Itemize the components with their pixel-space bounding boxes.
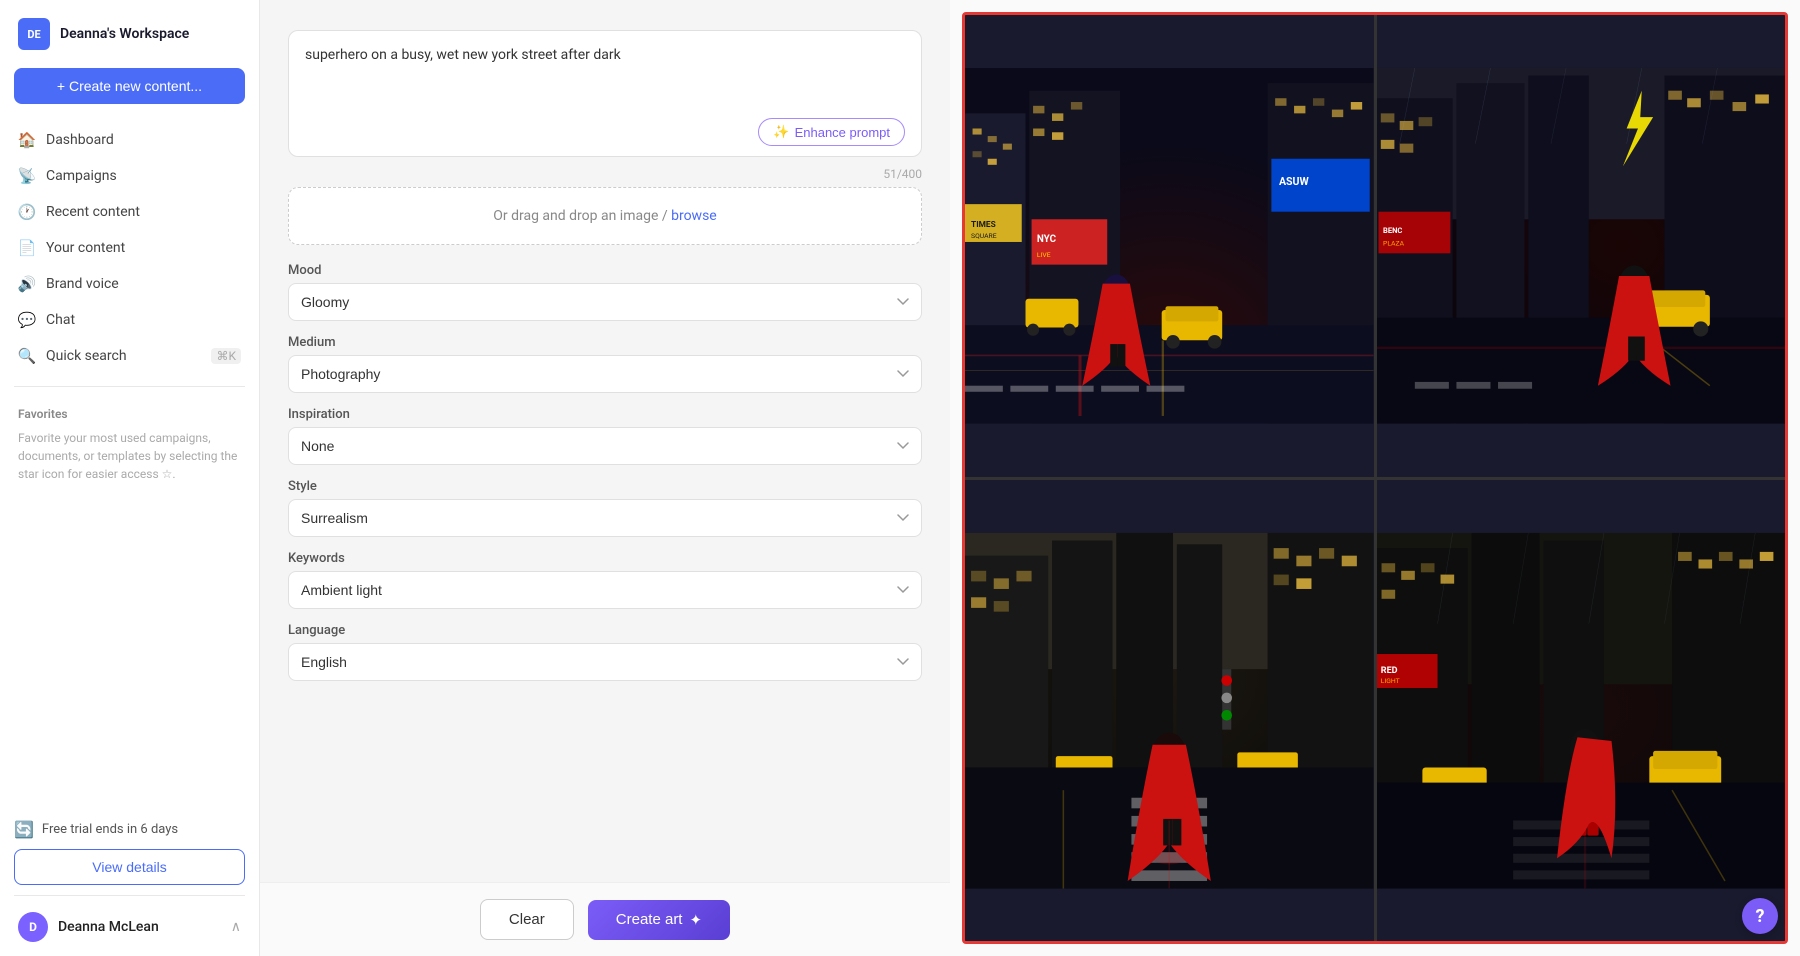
shortcut-badge: ⌘K	[211, 348, 241, 364]
mood-label: Mood	[288, 263, 922, 278]
chat-icon: 💬	[18, 311, 36, 329]
keywords-select[interactable]: Ambient light Neon lights Dramatic shado…	[288, 571, 922, 609]
create-new-content-button[interactable]: + Create new content...	[14, 68, 245, 104]
sidebar-item-campaigns[interactable]: 📡 Campaigns	[0, 158, 259, 194]
create-art-icon: ✦	[689, 911, 702, 929]
sidebar-item-label: Dashboard	[46, 132, 114, 148]
inspiration-select[interactable]: None Abstract Realism Impressionism Cubi…	[288, 427, 922, 465]
inspiration-group: Inspiration None Abstract Realism Impres…	[288, 407, 922, 465]
medium-label: Medium	[288, 335, 922, 350]
sidebar-item-label: Quick search	[46, 348, 127, 364]
view-details-button[interactable]: View details	[14, 849, 245, 885]
trial-icon: 🔄	[14, 820, 34, 839]
language-select[interactable]: English Spanish French German Italian Po…	[288, 643, 922, 681]
enhance-icon: ✨	[773, 124, 789, 140]
footer-divider	[14, 895, 245, 896]
action-bar: Clear Create art ✦	[260, 882, 950, 956]
generated-image-4[interactable]: RED LIGHT	[1377, 480, 1786, 942]
campaigns-icon: 📡	[18, 167, 36, 185]
content-wrapper: ✨ Enhance prompt 51/400 Or drag and drop…	[260, 0, 1800, 956]
style-group: Style Surrealism Realism Abstract Minima…	[288, 479, 922, 537]
nav-divider	[14, 386, 245, 387]
image-grid: TIMES SQUARE NYC LIVE	[962, 12, 1788, 944]
user-name: Deanna McLean	[58, 919, 159, 935]
svg-text:SQUARE: SQUARE	[971, 232, 997, 240]
language-label: Language	[288, 623, 922, 638]
char-count: 51/400	[288, 167, 922, 181]
sidebar-item-your-content[interactable]: 📄 Your content	[0, 230, 259, 266]
user-row[interactable]: D Deanna McLean ∧	[14, 904, 245, 946]
right-panel: TIMES SQUARE NYC LIVE	[950, 0, 1800, 956]
left-column: ✨ Enhance prompt 51/400 Or drag and drop…	[260, 0, 950, 956]
medium-select[interactable]: Photography Digital Art Oil Painting Wat…	[288, 355, 922, 393]
your-content-icon: 📄	[18, 239, 36, 257]
workspace-header: DE Deanna's Workspace	[0, 0, 259, 62]
create-art-button[interactable]: Create art ✦	[588, 900, 730, 940]
favorites-title: Favorites	[18, 407, 241, 421]
style-select[interactable]: Surrealism Realism Abstract Minimalism E…	[288, 499, 922, 537]
sidebar: DE Deanna's Workspace + Create new conte…	[0, 0, 260, 956]
keywords-label: Keywords	[288, 551, 922, 566]
language-group: Language English Spanish French German I…	[288, 623, 922, 681]
prompt-box: ✨ Enhance prompt	[288, 30, 922, 157]
keywords-group: Keywords Ambient light Neon lights Drama…	[288, 551, 922, 609]
sidebar-footer: 🔄 Free trial ends in 6 days View details…	[0, 806, 259, 956]
user-chevron-icon: ∧	[231, 919, 241, 935]
svg-text:LIVE: LIVE	[1037, 251, 1051, 259]
help-icon: ?	[1756, 906, 1765, 927]
sidebar-item-label: Your content	[46, 240, 125, 256]
sidebar-item-label: Recent content	[46, 204, 140, 220]
left-scroll-area: ✨ Enhance prompt 51/400 Or drag and drop…	[260, 0, 950, 882]
dashboard-icon: 🏠	[18, 131, 36, 149]
workspace-name: Deanna's Workspace	[60, 26, 189, 42]
medium-group: Medium Photography Digital Art Oil Paint…	[288, 335, 922, 393]
browse-link[interactable]: browse	[671, 208, 717, 224]
mood-select[interactable]: Gloomy Happy Dramatic Serene Dark Vibran…	[288, 283, 922, 321]
create-art-label: Create art	[616, 911, 683, 928]
user-avatar: D	[18, 912, 48, 942]
sidebar-item-chat[interactable]: 💬 Chat	[0, 302, 259, 338]
workspace-avatar: DE	[18, 18, 50, 50]
sidebar-item-brand-voice[interactable]: 🔊 Brand voice	[0, 266, 259, 302]
svg-text:PLAZA: PLAZA	[1383, 240, 1405, 248]
svg-text:RED: RED	[1380, 665, 1397, 675]
inspiration-label: Inspiration	[288, 407, 922, 422]
drop-zone-text: Or drag and drop an image /	[493, 208, 671, 224]
style-label: Style	[288, 479, 922, 494]
svg-text:NYC: NYC	[1037, 234, 1057, 245]
prompt-footer: ✨ Enhance prompt	[305, 118, 905, 146]
help-button[interactable]: ?	[1742, 898, 1778, 934]
svg-text:ASUW: ASUW	[1279, 175, 1310, 188]
sidebar-item-recent-content[interactable]: 🕐 Recent content	[0, 194, 259, 230]
generated-image-1[interactable]: TIMES SQUARE NYC LIVE	[965, 15, 1374, 477]
nav-section: 🏠 Dashboard 📡 Campaigns 🕐 Recent content…	[0, 118, 259, 378]
brand-voice-icon: 🔊	[18, 275, 36, 293]
sidebar-item-label: Campaigns	[46, 168, 117, 184]
recent-icon: 🕐	[18, 203, 36, 221]
trial-notice-text: Free trial ends in 6 days	[42, 822, 178, 837]
favorites-section: Favorites Favorite your most used campai…	[0, 395, 259, 495]
svg-text:BENC: BENC	[1383, 226, 1402, 235]
sidebar-item-label: Chat	[46, 312, 75, 328]
search-icon: 🔍	[18, 347, 36, 365]
trial-notice: 🔄 Free trial ends in 6 days	[14, 820, 245, 839]
svg-text:LIGHT: LIGHT	[1380, 676, 1399, 684]
clear-button[interactable]: Clear	[480, 899, 574, 940]
favorites-description: Favorite your most used campaigns, docum…	[18, 429, 241, 483]
enhance-prompt-button[interactable]: ✨ Enhance prompt	[758, 118, 905, 146]
sidebar-item-dashboard[interactable]: 🏠 Dashboard	[0, 122, 259, 158]
prompt-input[interactable]	[305, 45, 905, 108]
drop-zone[interactable]: Or drag and drop an image / browse	[288, 187, 922, 245]
enhance-label: Enhance prompt	[795, 125, 890, 140]
svg-text:TIMES: TIMES	[971, 220, 996, 230]
generated-image-2[interactable]: BENC PLAZA	[1377, 15, 1786, 477]
sidebar-item-quick-search[interactable]: 🔍 Quick search ⌘K	[0, 338, 259, 374]
generated-image-3[interactable]	[965, 480, 1374, 942]
mood-group: Mood Gloomy Happy Dramatic Serene Dark V…	[288, 263, 922, 321]
sidebar-item-label: Brand voice	[46, 276, 119, 292]
